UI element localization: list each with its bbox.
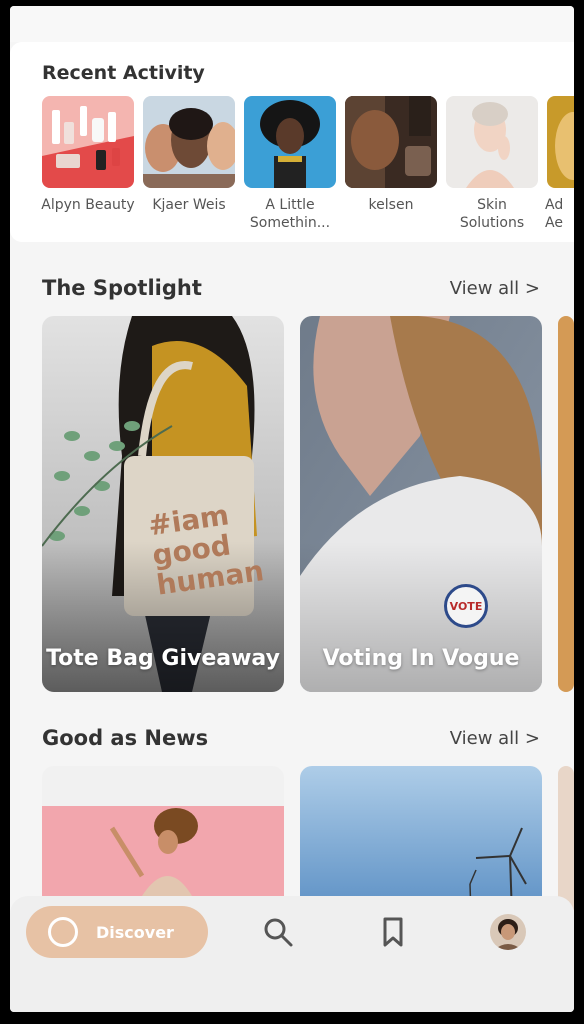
- spotlight-card-title: Voting In Vogue: [322, 646, 520, 671]
- recent-item-label: Kjaer Weis: [152, 197, 226, 213]
- dancer-image: [42, 766, 284, 916]
- vote-pin: VOTE: [444, 584, 488, 628]
- brand-thumbnail: [547, 96, 574, 188]
- brand-thumbnail: [42, 96, 134, 188]
- brand-thumbnail: [244, 96, 336, 188]
- profile-avatar[interactable]: [490, 914, 526, 950]
- app-screen: Recent Activity Alpyn Beauty Kjaer Weis …: [10, 6, 574, 1012]
- recent-item-alpyn-beauty[interactable]: Alpyn Beauty: [41, 96, 135, 214]
- news-card-partial[interactable]: [558, 766, 574, 916]
- spotlight-card-partial[interactable]: [558, 316, 574, 692]
- recent-activity-panel: Recent Activity Alpyn Beauty Kjaer Weis …: [10, 42, 574, 242]
- recent-item-label: Ad Ae: [545, 197, 564, 231]
- recent-item-a-little-somethin[interactable]: A Little Somethin...: [244, 96, 336, 232]
- brand-thumbnail: [345, 96, 437, 188]
- spotlight-card-title: Tote Bag Giveaway: [46, 646, 280, 671]
- bottom-navigation: Discover: [10, 896, 574, 1012]
- news-card-dancer[interactable]: [42, 766, 284, 916]
- spotlight-card-voting[interactable]: VOTE Voting In Vogue: [300, 316, 542, 692]
- status-area: [10, 6, 574, 42]
- brand-thumbnail: [446, 96, 538, 188]
- good-news-title: Good as News: [42, 726, 209, 750]
- search-icon[interactable]: [260, 914, 296, 950]
- spotlight-view-all-link[interactable]: View all >: [450, 278, 540, 299]
- bag-print-text: #iam good human: [146, 498, 266, 602]
- recent-item-label: kelsen: [368, 197, 414, 213]
- discover-tab-button[interactable]: Discover: [26, 906, 208, 958]
- recent-activity-list: Alpyn Beauty Kjaer Weis A Little Somethi…: [41, 96, 574, 236]
- voting-image: [300, 316, 542, 692]
- spotlight-card-tote-bag[interactable]: #iam good human Tote Bag Giveaway: [42, 316, 284, 692]
- recent-item-kelsen[interactable]: kelsen: [345, 96, 437, 214]
- recent-item-kjaer-weis[interactable]: Kjaer Weis: [143, 96, 235, 214]
- recent-item-label: Skin Solutions: [459, 197, 525, 231]
- good-news-view-all-link[interactable]: View all >: [450, 728, 540, 749]
- spotlight-title: The Spotlight: [42, 276, 202, 300]
- brand-thumbnail: [143, 96, 235, 188]
- discover-label: Discover: [96, 922, 174, 942]
- recent-item-label: Alpyn Beauty: [41, 197, 135, 213]
- recent-item-skin-solutions[interactable]: Skin Solutions: [446, 96, 538, 232]
- bookmark-icon[interactable]: [375, 914, 411, 950]
- news-card-wind[interactable]: [300, 766, 542, 916]
- wind-turbine-image: [300, 766, 542, 916]
- recent-item-partial[interactable]: Ad Ae: [545, 96, 574, 232]
- recent-item-label: A Little Somethin...: [249, 197, 331, 231]
- discover-icon: [48, 917, 78, 947]
- recent-activity-title: Recent Activity: [42, 62, 205, 84]
